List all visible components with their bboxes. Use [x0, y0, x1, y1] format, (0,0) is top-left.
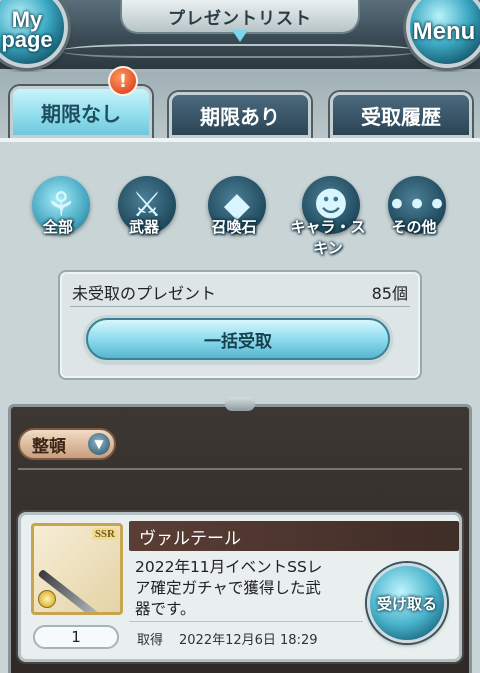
sort-button[interactable]: 整頓 ▼ — [18, 428, 116, 460]
summary-divider — [70, 306, 410, 307]
filter-label: 武器 — [128, 218, 159, 236]
filter-label: 全部 — [42, 218, 73, 236]
tab-history[interactable]: 受取履歴 — [330, 92, 472, 138]
filter-label: 召喚石 — [211, 218, 257, 236]
item-name: ヴァルテール — [129, 521, 459, 551]
item-description-line: 器です。 — [135, 600, 196, 618]
element-icon — [38, 590, 56, 608]
alert-badge-icon: ! — [108, 66, 138, 96]
rarity-badge: SSR — [91, 528, 118, 540]
unreceived-count: 85個 — [371, 284, 408, 303]
filter-label: その他 — [391, 218, 437, 236]
chevron-down-icon: ▼ — [88, 433, 110, 455]
page-title: プレゼントリスト — [120, 0, 360, 34]
unreceived-summary: 未受取のプレゼント 85個 一括受取 — [58, 270, 422, 380]
filter-label: キャラ・スキン — [290, 218, 366, 257]
unreceived-label: 未受取のプレゼント — [72, 284, 217, 303]
tab-label: 受取履歴 — [361, 104, 441, 129]
list-item: SSR ヴァルテール 2022年11月イベントSSレ ア確定ガチャで獲得した武 … — [18, 512, 462, 662]
quantity-badge: 1 — [33, 625, 119, 649]
filter-other[interactable]: ••• その他 — [378, 176, 450, 248]
sort-label: 整頓 — [32, 436, 66, 457]
item-description-line: 2022年11月イベントSSレ — [135, 558, 323, 576]
receive-all-button[interactable]: 一括受取 — [86, 318, 390, 360]
card-divider — [129, 621, 363, 622]
title-gem-icon — [232, 30, 248, 42]
receive-label: 受け取る — [376, 594, 437, 613]
acquired-date: 2022年12月6日 18:29 — [179, 633, 318, 648]
item-description-line: ア確定ガチャで獲得した武 — [135, 579, 321, 597]
filter-weapon[interactable]: ⚔ 武器 — [108, 176, 180, 248]
menu-label: Menu — [412, 18, 476, 45]
tab-label: 期限なし — [41, 101, 121, 126]
receive-button[interactable]: 受け取る — [367, 563, 447, 643]
tab-label: 期限あり — [200, 104, 280, 129]
sort-divider — [18, 468, 462, 470]
item-thumbnail[interactable]: SSR — [31, 523, 123, 615]
filter-character-skin[interactable]: ☻ キャラ・スキン — [290, 176, 366, 257]
panel-ornament-icon — [225, 397, 255, 411]
acquired-label: 取得 — [137, 633, 164, 648]
filter-summon[interactable]: ◆ 召喚石 — [198, 176, 270, 248]
receive-all-label: 一括受取 — [204, 331, 272, 352]
mypage-label-line2: page — [1, 27, 53, 52]
tab-with-expiry[interactable]: 期限あり — [169, 92, 311, 138]
filter-all[interactable]: ⚘ 全部 — [22, 176, 94, 248]
header-ornament — [60, 44, 420, 58]
category-filters: ⚘ 全部 ⚔ 武器 ◆ 召喚石 ☻ キャラ・スキン ••• その他 — [0, 142, 480, 257]
item-description: 2022年11月イベントSSレ ア確定ガチャで獲得した武 器です。 — [135, 557, 367, 620]
